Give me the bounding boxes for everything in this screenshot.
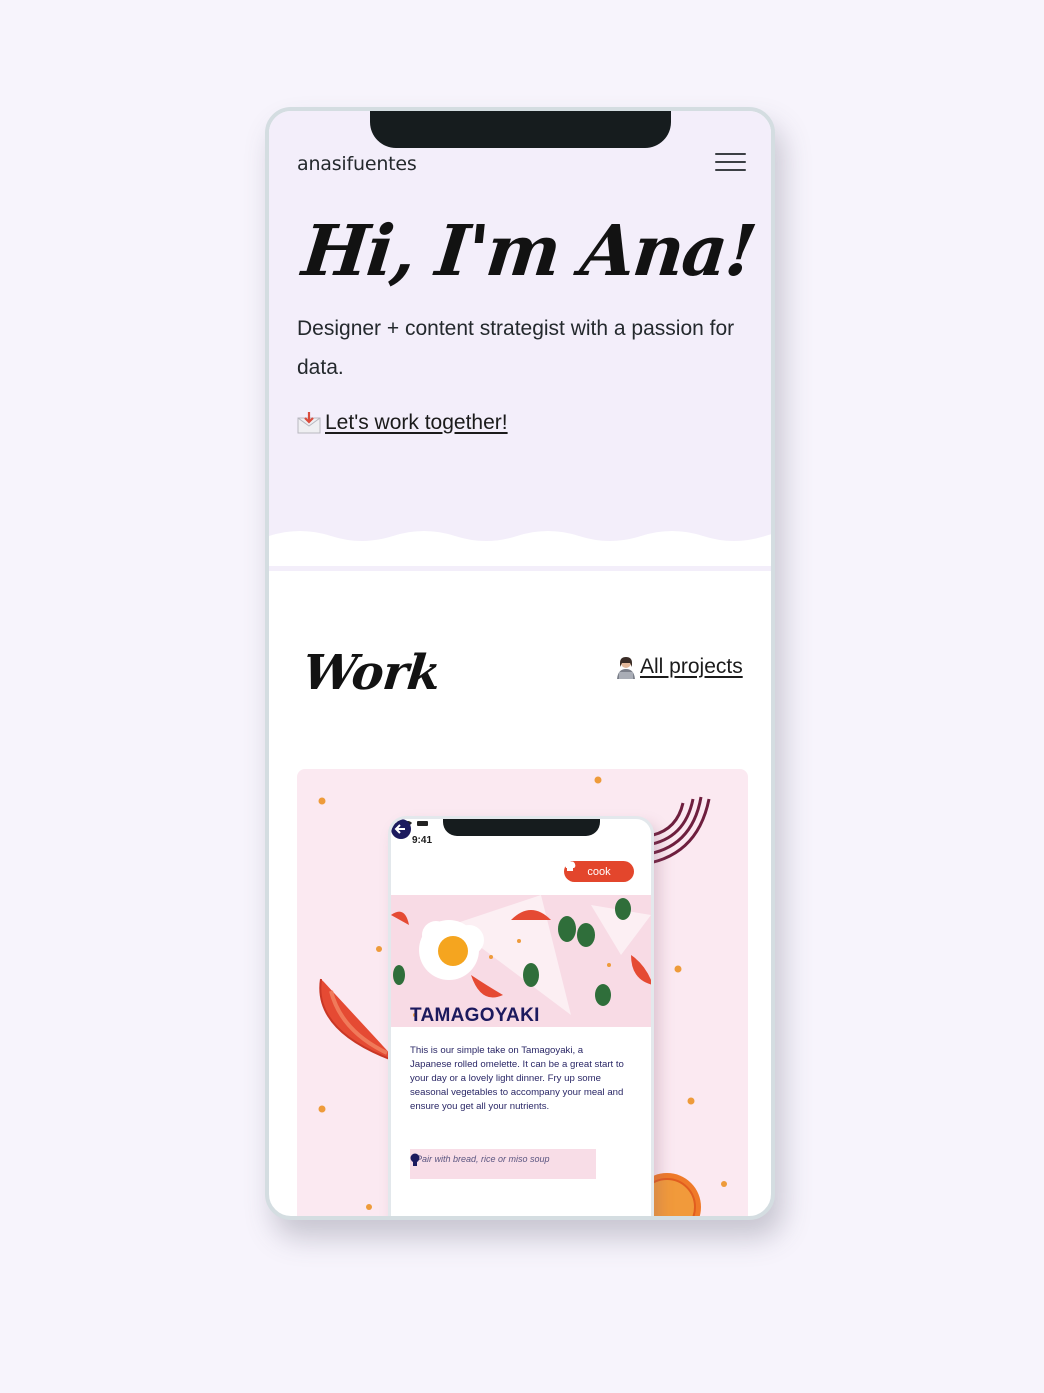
recipe-tip-text: Pair with bread, rice or miso soup bbox=[416, 1154, 550, 1164]
recipe-tip: Pair with bread, rice or miso soup bbox=[410, 1149, 596, 1179]
mockup-time: 9:41 bbox=[412, 835, 433, 846]
cook-badge: cook bbox=[564, 861, 634, 882]
lightbulb-icon bbox=[410, 1153, 420, 1166]
site-brand[interactable]: anasifuentes bbox=[297, 153, 417, 175]
work-heading: Work bbox=[300, 645, 443, 701]
person-at-laptop-icon bbox=[617, 657, 635, 679]
hero-subtitle: Designer + content strategist with a pas… bbox=[297, 317, 735, 379]
hamburger-menu-icon[interactable] bbox=[715, 151, 747, 173]
project-card[interactable]: 9:41 cook TAMAGOYAKI This is our simple … bbox=[297, 769, 748, 1216]
hero-title: Hi, I'm Ana! bbox=[298, 209, 759, 292]
wave-divider bbox=[269, 531, 771, 566]
chef-hat-icon bbox=[565, 861, 576, 871]
contact-link[interactable]: Let's work together! bbox=[325, 411, 508, 435]
envelope-icon bbox=[297, 412, 321, 434]
cook-label: cook bbox=[587, 865, 611, 878]
mockup-notch bbox=[443, 819, 600, 836]
phone-notch bbox=[370, 111, 671, 148]
recipe-description: This is our simple take on Tamagoyaki, a… bbox=[410, 1045, 624, 1112]
phone-frame: anasifuentes Hi, I'm Ana! Designer + con… bbox=[265, 107, 775, 1220]
all-projects-link-group[interactable]: All projects bbox=[614, 655, 743, 679]
back-arrow-icon bbox=[391, 819, 411, 839]
project-mockup-phone: 9:41 cook TAMAGOYAKI This is our simple … bbox=[388, 816, 654, 1216]
all-projects-link[interactable]: All projects bbox=[640, 655, 743, 679]
recipe-title: TAMAGOYAKI bbox=[410, 1005, 540, 1026]
contact-cta[interactable]: Let's work together! bbox=[297, 411, 508, 435]
